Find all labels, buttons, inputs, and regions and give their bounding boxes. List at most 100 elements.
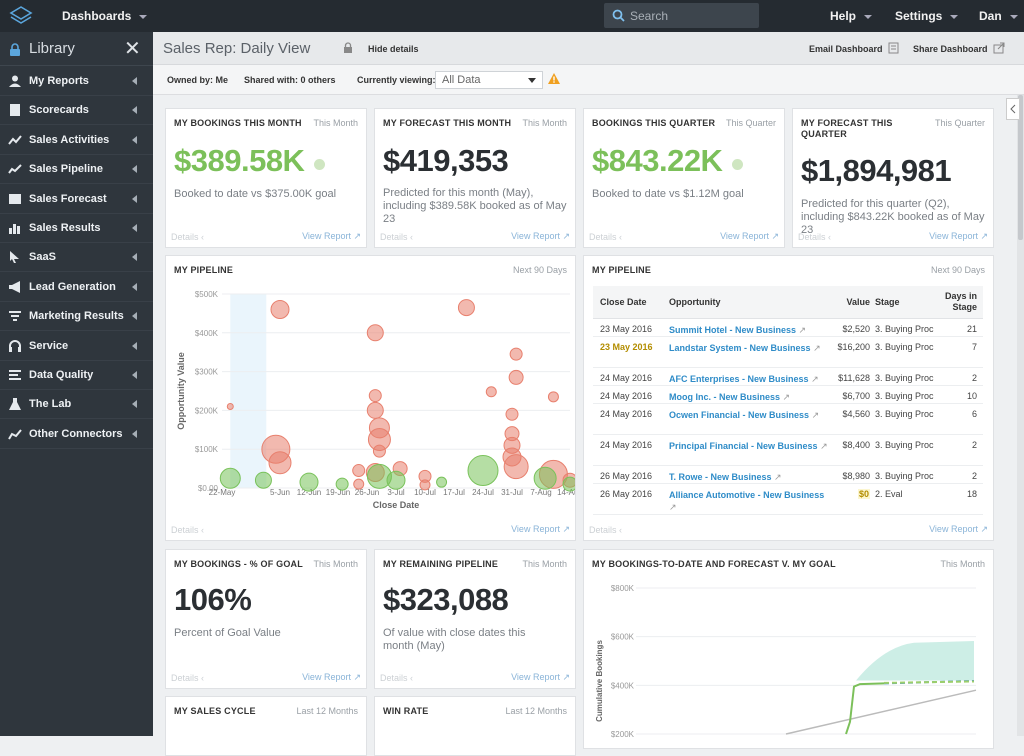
warning-icon[interactable] [548,73,560,84]
view-report-link[interactable]: View Report ↗ [302,672,361,683]
scatter-point[interactable] [457,299,475,317]
scatter-point[interactable] [368,389,382,403]
sidebar-item-data-quality[interactable]: Data Quality [0,361,153,390]
sidebar-item-saas[interactable]: SaaS [0,243,153,273]
external-link-icon[interactable]: ↗ [774,472,782,482]
external-link-icon[interactable]: ↗ [813,343,821,353]
share-icon[interactable] [993,42,1005,54]
scatter-point[interactable] [386,470,406,490]
sidebar-item-my-reports[interactable]: My Reports [0,67,153,96]
viewing-select[interactable]: All Data [435,71,543,89]
details-link[interactable]: Details ‹ [171,525,204,535]
search-input[interactable] [630,6,750,25]
opportunity-link[interactable]: AFC Enterprises - New Business [669,374,809,384]
share-dashboard-button[interactable]: Share Dashboard [913,44,988,54]
opportunity-link[interactable]: T. Rowe - New Business [669,472,772,482]
sidebar-item-sales-pipeline[interactable]: Sales Pipeline [0,155,153,185]
sidebar-item-the-lab[interactable]: The Lab [0,390,153,420]
scatter-point[interactable] [436,476,448,488]
view-report-link[interactable]: View Report ↗ [929,231,988,242]
lock-icon[interactable] [343,42,353,53]
close-icon[interactable]: ✕ [124,39,141,59]
scatter-point[interactable] [547,391,559,403]
document-icon[interactable] [888,42,900,54]
table-row[interactable]: 23 May 2016 Summit Hotel - New Business ↗… [593,318,983,337]
view-report-link[interactable]: View Report ↗ [720,231,779,242]
details-link[interactable]: Details ‹ [589,525,622,535]
email-dashboard-button[interactable]: Email Dashboard [809,44,883,54]
scatter-point[interactable] [353,478,365,490]
sidebar-item-lead-generation[interactable]: Lead Generation [0,273,153,302]
opportunity-link[interactable]: Landstar System - New Business [669,343,811,353]
details-link[interactable]: Details ‹ [380,232,413,242]
col-days-in-stage[interactable]: Days in Stage [938,286,983,319]
scatter-point[interactable] [366,324,384,342]
table-row[interactable]: 24 May 2016 Moog Inc. - New Business ↗ $6,… [593,385,983,404]
scatter-point[interactable] [366,401,384,419]
table-row[interactable]: 26 May 2016 T. Rowe - New Business ↗ $8,98… [593,465,983,484]
scatter-point[interactable] [254,471,272,489]
sidebar-item-sales-activities[interactable]: Sales Activities [0,126,153,155]
bookings-line-chart[interactable]: $200K $400K $600K $800K Cumulative Bookings [584,576,993,746]
external-link-icon[interactable]: ↗ [799,325,807,335]
dashboards-menu[interactable]: Dashboards [62,9,148,23]
col-opportunity[interactable]: Opportunity [665,286,830,319]
scatter-point[interactable] [268,451,292,475]
scatter-point[interactable] [299,472,319,492]
scatter-point[interactable] [509,347,523,361]
opportunity-link[interactable]: Principal Financial - New Business [669,441,818,451]
view-report-link[interactable]: View Report ↗ [511,524,570,535]
search-box[interactable] [604,3,759,28]
external-link-icon[interactable]: ↗ [812,410,820,420]
scatter-point[interactable] [335,477,349,491]
col-value[interactable]: Value [830,286,870,319]
scatter-point[interactable] [485,386,497,398]
details-link[interactable]: Details ‹ [171,232,204,242]
table-row[interactable]: 26 May 2016 Alliance Automotive - New Bus… [593,483,983,515]
details-link[interactable]: Details ‹ [171,673,204,683]
shared-with-link[interactable]: Shared with: 0 others [244,75,336,85]
sidebar-item-other-connectors[interactable]: Other Connectors [0,420,153,449]
settings-menu[interactable]: Settings [895,9,959,23]
sidebar-item-sales-results[interactable]: Sales Results [0,214,153,243]
sidebar-item-service[interactable]: Service [0,332,153,361]
table-row[interactable]: 24 May 2016 AFC Enterprises - New Busines… [593,367,983,386]
col-stage[interactable]: Stage [870,286,938,319]
scatter-point[interactable] [467,455,499,487]
logo-icon[interactable] [9,5,33,27]
opportunity-link[interactable]: Ocwen Financial - New Business [669,410,809,420]
pipeline-scatter-chart[interactable]: $0.00$100K$200K$300K$400K$500K22-May 5-Ju… [166,282,575,514]
table-row[interactable]: 24 May 2016 Principal Financial - New Bus… [593,434,983,466]
scatter-point[interactable] [505,407,519,421]
sidebar-item-sales-forecast[interactable]: Sales Forecast [0,185,153,214]
scatter-point[interactable] [562,476,575,492]
details-link[interactable]: Details ‹ [380,673,413,683]
hide-details-button[interactable]: Hide details [368,44,419,54]
scatter-point[interactable] [508,369,524,385]
external-link-icon[interactable]: ↗ [783,392,791,402]
view-report-link[interactable]: View Report ↗ [511,672,570,683]
table-row[interactable]: 24 May 2016 Ocwen Financial - New Busines… [593,403,983,435]
scatter-point[interactable] [503,454,529,480]
opportunity-link[interactable]: Summit Hotel - New Business [669,325,796,335]
view-report-link[interactable]: View Report ↗ [302,231,361,242]
opportunity-link[interactable]: Moog Inc. - New Business [669,392,780,402]
col-close-date[interactable]: Close Date [593,286,665,319]
details-link[interactable]: Details ‹ [589,232,622,242]
page-scrollbar[interactable] [1017,95,1024,736]
collapse-panel-tab[interactable] [1006,98,1020,120]
scatter-point[interactable] [419,479,431,491]
sidebar-item-marketing-results[interactable]: Marketing Results [0,302,153,332]
external-link-icon[interactable]: ↗ [669,502,677,512]
opportunity-link[interactable]: Alliance Automotive - New Business [669,490,824,500]
table-row[interactable]: 23 May 2016 Landstar System - New Busines… [593,336,983,368]
scatter-point[interactable] [533,466,557,490]
external-link-icon[interactable]: ↗ [811,374,819,384]
view-report-link[interactable]: View Report ↗ [929,524,988,535]
details-link[interactable]: Details ‹ [798,232,831,242]
sidebar-item-scorecards[interactable]: Scorecards [0,96,153,126]
help-menu[interactable]: Help [830,9,873,23]
scatter-point[interactable] [352,464,366,478]
scatter-point[interactable] [270,300,290,320]
user-menu[interactable]: Dan [979,9,1018,23]
